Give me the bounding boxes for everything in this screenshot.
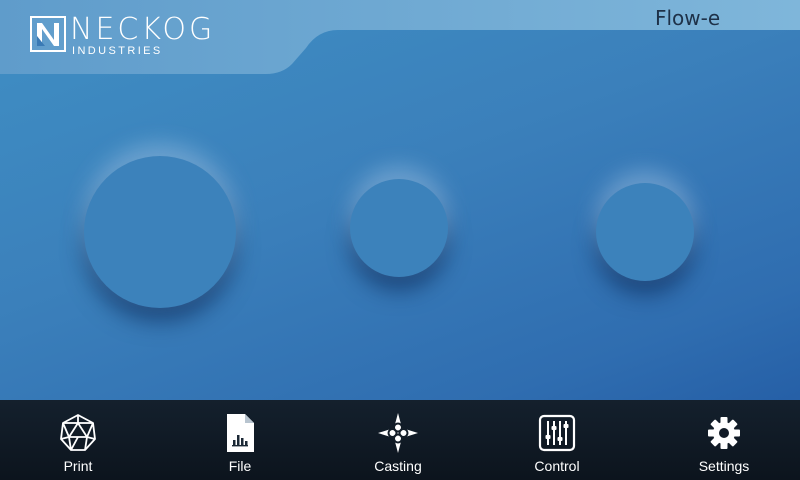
nav-file-button[interactable]: File bbox=[185, 400, 295, 480]
sliders-icon bbox=[538, 414, 576, 452]
knob-large[interactable] bbox=[84, 156, 236, 308]
bottom-navbar: Print File Casting Control Settings bbox=[0, 400, 800, 480]
polyhedron-icon bbox=[60, 414, 96, 451]
nav-label-print: Print bbox=[63, 458, 93, 474]
file-chart-icon bbox=[227, 414, 254, 452]
nav-label-casting: Casting bbox=[374, 458, 422, 474]
header-bar: NECKOG INDUSTRIES Flow-e bbox=[0, 0, 800, 76]
gear-icon bbox=[708, 417, 740, 449]
brand-logo: NECKOG INDUSTRIES bbox=[30, 12, 216, 57]
nav-label-control: Control bbox=[534, 458, 580, 474]
nav-casting-button[interactable]: Casting bbox=[343, 400, 453, 480]
nav-settings-button[interactable]: Settings bbox=[669, 400, 779, 480]
nav-control-button[interactable]: Control bbox=[502, 400, 612, 480]
casting-diamond-icon bbox=[378, 413, 418, 453]
nav-print-button[interactable]: Print bbox=[23, 400, 133, 480]
product-name: Flow-e bbox=[655, 6, 721, 30]
knob-medium[interactable] bbox=[350, 179, 448, 277]
knob-small[interactable] bbox=[596, 183, 694, 281]
brand-name: NECKOG bbox=[70, 12, 216, 47]
nav-label-settings: Settings bbox=[698, 458, 750, 474]
nav-label-file: File bbox=[228, 458, 252, 474]
neckog-logo-icon bbox=[30, 16, 66, 52]
